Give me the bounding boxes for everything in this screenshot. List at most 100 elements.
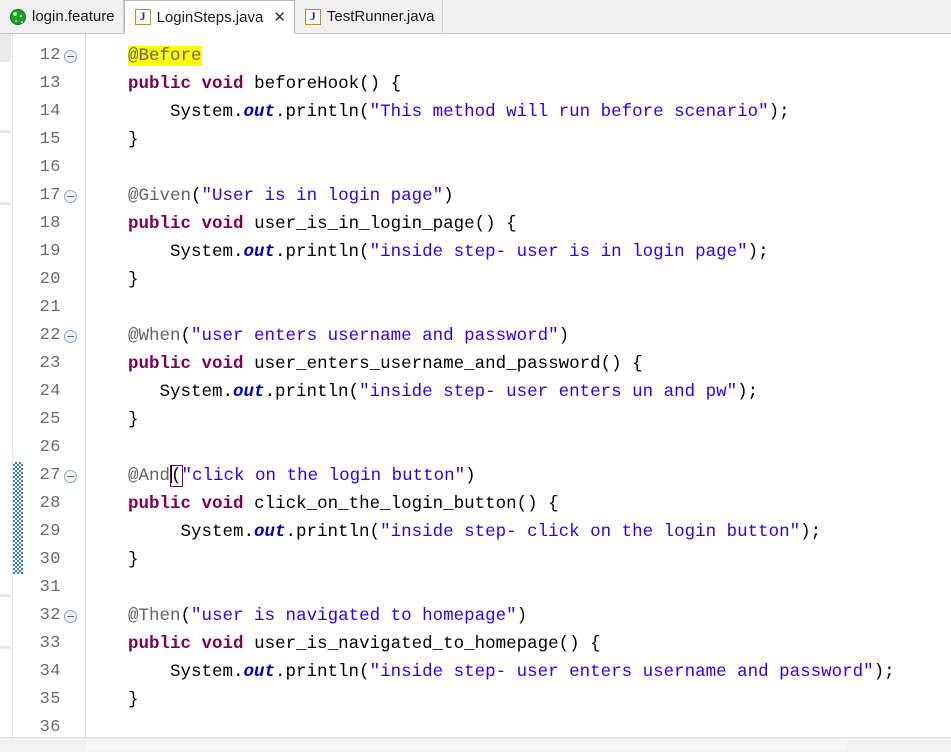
- code-line[interactable]: System.out.println("inside step- user en…: [86, 658, 951, 686]
- code-line[interactable]: @And("click on the login button"): [86, 462, 951, 490]
- code-token: "This method will run before scenario": [370, 102, 769, 122]
- line-number: 21: [13, 294, 61, 322]
- horizontal-scrollbar[interactable]: ◂: [0, 737, 951, 752]
- code-token: }: [86, 270, 139, 290]
- code-token: .println(: [275, 102, 370, 122]
- code-line[interactable]: @Then("user is navigated to homepage"): [86, 602, 951, 630]
- code-token: @And: [128, 466, 170, 486]
- line-number: 28: [13, 490, 61, 518]
- code-line[interactable]: System.out.println("inside step- click o…: [86, 518, 951, 546]
- line-number: 20: [13, 266, 61, 294]
- editor-tab-label: login.feature: [32, 8, 115, 25]
- code-token: ): [443, 186, 454, 206]
- code-token: }: [86, 690, 139, 710]
- code-token: "inside step- user enters un and pw": [359, 382, 737, 402]
- code-token: [191, 214, 202, 234]
- code-token: click_on_the_login_button() {: [244, 494, 559, 514]
- java-file-icon: [135, 9, 151, 25]
- code-token: "inside step- user is in login page": [370, 242, 748, 262]
- code-line[interactable]: public void user_is_navigated_to_homepag…: [86, 630, 951, 658]
- code-token: (: [181, 606, 192, 626]
- code-line[interactable]: @Given("User is in login page"): [86, 182, 951, 210]
- code-line[interactable]: [86, 434, 951, 462]
- code-line[interactable]: public void user_is_in_login_page() {: [86, 210, 951, 238]
- fold-collapse-icon[interactable]: [64, 50, 77, 63]
- line-number: 35: [13, 686, 61, 714]
- code-line[interactable]: System.out.println("This method will run…: [86, 98, 951, 126]
- line-number: 29: [13, 518, 61, 546]
- code-token: .println(: [275, 662, 370, 682]
- code-line[interactable]: public void user_enters_username_and_pas…: [86, 350, 951, 378]
- horizontal-scrollbar-thumb[interactable]: [86, 741, 846, 750]
- line-number: 19: [13, 238, 61, 266]
- code-line[interactable]: @When("user enters username and password…: [86, 322, 951, 350]
- line-number: 13: [13, 70, 61, 98]
- code-line[interactable]: }: [86, 686, 951, 714]
- line-number: 34: [13, 658, 61, 686]
- cucumber-icon: [10, 9, 26, 25]
- code-token: );: [769, 102, 790, 122]
- line-number: 16: [13, 154, 61, 182]
- code-text-area[interactable]: @Before public void beforeHook() { Syste…: [86, 34, 951, 752]
- close-icon[interactable]: ✕: [273, 10, 286, 25]
- code-token: out: [233, 382, 265, 402]
- fold-collapse-icon[interactable]: [64, 610, 77, 623]
- code-token: beforeHook() {: [244, 74, 402, 94]
- code-token: [86, 466, 128, 486]
- annotation-ruler[interactable]: [0, 34, 13, 752]
- code-token: );: [800, 522, 821, 542]
- code-line[interactable]: System.out.println("inside step- user is…: [86, 238, 951, 266]
- code-line[interactable]: [86, 294, 951, 322]
- fold-collapse-icon[interactable]: [64, 330, 77, 343]
- code-token: user_enters_username_and_password() {: [244, 354, 643, 374]
- code-token: "click on the login button": [182, 466, 466, 486]
- code-token: "inside step- click on the login button": [380, 522, 800, 542]
- code-token: [86, 214, 128, 234]
- code-line[interactable]: }: [86, 266, 951, 294]
- line-number-gutter[interactable]: 1112131415161718192021222324252627282930…: [13, 34, 86, 752]
- code-line[interactable]: }: [86, 546, 951, 574]
- code-token: }: [86, 130, 139, 150]
- code-token: );: [874, 662, 895, 682]
- code-token: System.: [86, 522, 254, 542]
- code-token: [86, 606, 128, 626]
- code-line[interactable]: [86, 574, 951, 602]
- code-line[interactable]: public void beforeHook() {: [86, 70, 951, 98]
- java-file-icon: [305, 9, 321, 25]
- code-token: [86, 74, 128, 94]
- code-line[interactable]: }: [86, 126, 951, 154]
- editor-tab-testrunner-java[interactable]: TestRunner.java: [295, 0, 444, 33]
- line-number: 27: [13, 462, 61, 490]
- code-line[interactable]: }: [86, 406, 951, 434]
- code-line[interactable]: public void click_on_the_login_button() …: [86, 490, 951, 518]
- code-line[interactable]: [86, 154, 951, 182]
- editor-tab-bar: login.feature LoginSteps.java✕TestRunner.…: [0, 0, 951, 34]
- code-token: .println(: [275, 242, 370, 262]
- fold-collapse-icon[interactable]: [64, 190, 77, 203]
- code-token: "inside step- user enters username and p…: [370, 662, 874, 682]
- line-number: 33: [13, 630, 61, 658]
- code-token: void: [202, 74, 244, 94]
- code-token: [191, 634, 202, 654]
- ruler-segment: [0, 34, 11, 62]
- code-token: [191, 74, 202, 94]
- code-token: System.: [86, 382, 233, 402]
- code-token: );: [748, 242, 769, 262]
- code-token: out: [244, 662, 276, 682]
- ruler-segment: [0, 130, 11, 133]
- code-token: @Then: [128, 606, 181, 626]
- editor-tab-login-feature[interactable]: login.feature: [0, 0, 124, 33]
- code-line[interactable]: @Before: [86, 42, 951, 70]
- code-token: [191, 494, 202, 514]
- fold-collapse-icon[interactable]: [64, 470, 77, 483]
- line-number: 26: [13, 434, 61, 462]
- editor-tab-loginsteps-java[interactable]: LoginSteps.java✕: [124, 0, 295, 34]
- code-editor[interactable]: 1112131415161718192021222324252627282930…: [0, 34, 951, 752]
- code-token: [86, 494, 128, 514]
- ruler-segment: [0, 202, 11, 205]
- code-token: out: [244, 102, 276, 122]
- code-line[interactable]: System.out.println("inside step- user en…: [86, 378, 951, 406]
- code-token: public: [128, 74, 191, 94]
- code-token: [86, 354, 128, 374]
- code-token: @When: [128, 326, 181, 346]
